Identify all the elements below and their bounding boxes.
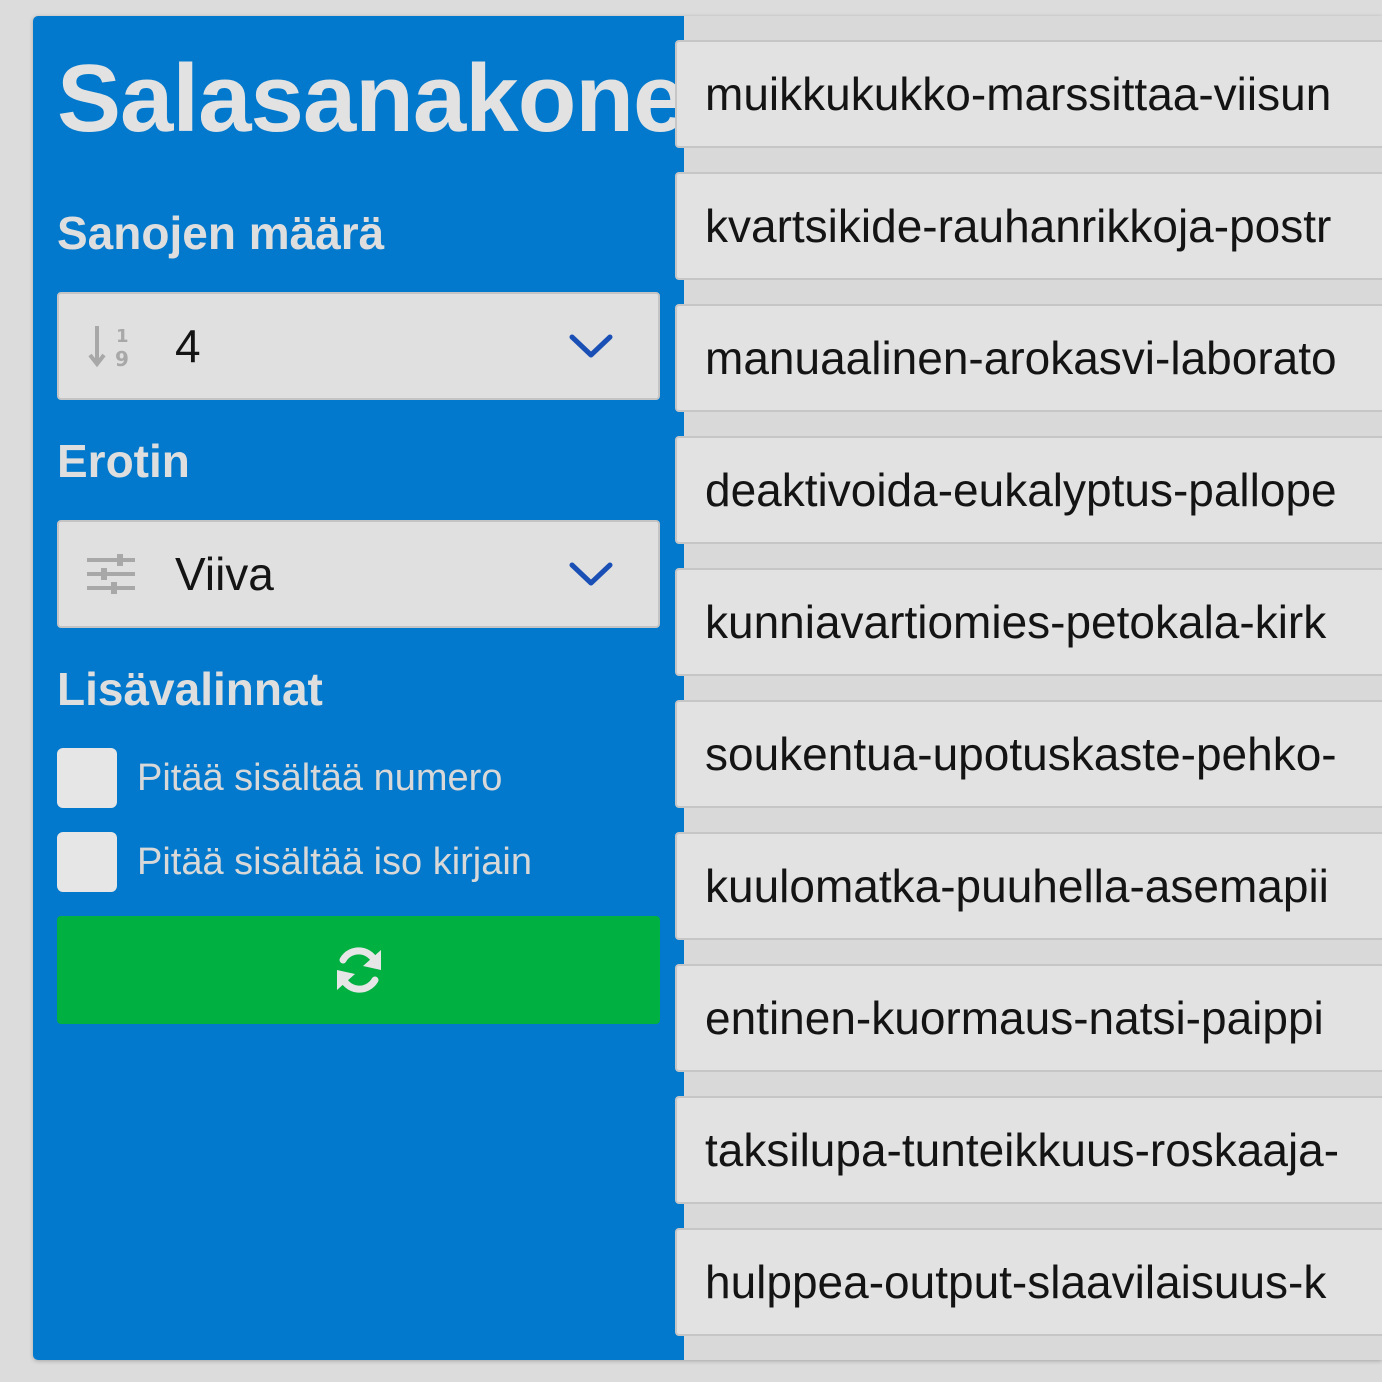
word-count-label: Sanojen määrä <box>57 207 385 259</box>
password-field[interactable]: soukentua-upotuskaste-pehko- <box>675 700 1382 808</box>
settings-sidebar: Salasanakone Sanojen määrä 1 9 4 Erotin <box>33 16 686 1360</box>
password-field[interactable]: manuaalinen-arokasvi-laborato <box>675 304 1382 412</box>
checkbox-require-number[interactable] <box>57 748 117 808</box>
password-field[interactable]: taksilupa-tunteikkuus-roskaaja- <box>675 1096 1382 1204</box>
password-text: entinen-kuormaus-natsi-paippi <box>705 992 1324 1044</box>
separator-label: Erotin <box>57 435 190 487</box>
password-text: manuaalinen-arokasvi-laborato <box>705 332 1337 384</box>
password-text: kvartsikide-rauhanrikkoja-postr <box>705 200 1332 252</box>
options-label: Lisävalinnat <box>57 663 323 715</box>
checkbox-label: Pitää sisältää iso kirjain <box>137 840 532 883</box>
chevron-down-icon <box>569 334 613 358</box>
password-field[interactable]: entinen-kuormaus-natsi-paippi <box>675 964 1382 1072</box>
option-require-number[interactable]: Pitää sisältää numero <box>57 748 502 808</box>
password-field[interactable]: deaktivoida-eukalyptus-pallope <box>675 436 1382 544</box>
password-field[interactable]: hulppea-output-slaavilaisuus-k <box>675 1228 1382 1336</box>
chevron-down-icon <box>569 562 613 586</box>
password-field[interactable]: kunniavartiomies-petokala-kirk <box>675 568 1382 676</box>
svg-text:1: 1 <box>116 326 129 347</box>
sliders-icon <box>87 554 135 594</box>
refresh-icon <box>336 947 381 993</box>
app-title: Salasanakone <box>57 45 686 152</box>
word-count-value: 4 <box>175 320 201 372</box>
word-count-select[interactable]: 1 9 4 <box>57 292 660 400</box>
password-text: soukentua-upotuskaste-pehko- <box>705 728 1337 780</box>
checkbox-label: Pitää sisältää numero <box>137 756 503 799</box>
sort-numeric-icon: 1 9 <box>88 326 129 370</box>
password-text: deaktivoida-eukalyptus-pallope <box>705 464 1337 516</box>
password-text: hulppea-output-slaavilaisuus-k <box>705 1256 1327 1308</box>
separator-value: Viiva <box>175 548 274 600</box>
checkbox-require-uppercase[interactable] <box>57 832 117 892</box>
password-text: kunniavartiomies-petokala-kirk <box>705 596 1327 648</box>
svg-text:9: 9 <box>115 347 129 370</box>
password-text: taksilupa-tunteikkuus-roskaaja- <box>705 1124 1340 1176</box>
option-require-uppercase[interactable]: Pitää sisältää iso kirjain <box>57 832 532 892</box>
generate-button[interactable] <box>57 916 660 1024</box>
password-field[interactable]: kuulomatka-puuhella-asemapii <box>675 832 1382 940</box>
password-text: kuulomatka-puuhella-asemapii <box>705 860 1329 912</box>
password-text: muikkukukko-marssittaa-viisun <box>705 68 1332 120</box>
password-field[interactable]: kvartsikide-rauhanrikkoja-postr <box>675 172 1382 280</box>
password-field[interactable]: muikkukukko-marssittaa-viisun <box>675 40 1382 148</box>
separator-select[interactable]: Viiva <box>57 520 660 628</box>
